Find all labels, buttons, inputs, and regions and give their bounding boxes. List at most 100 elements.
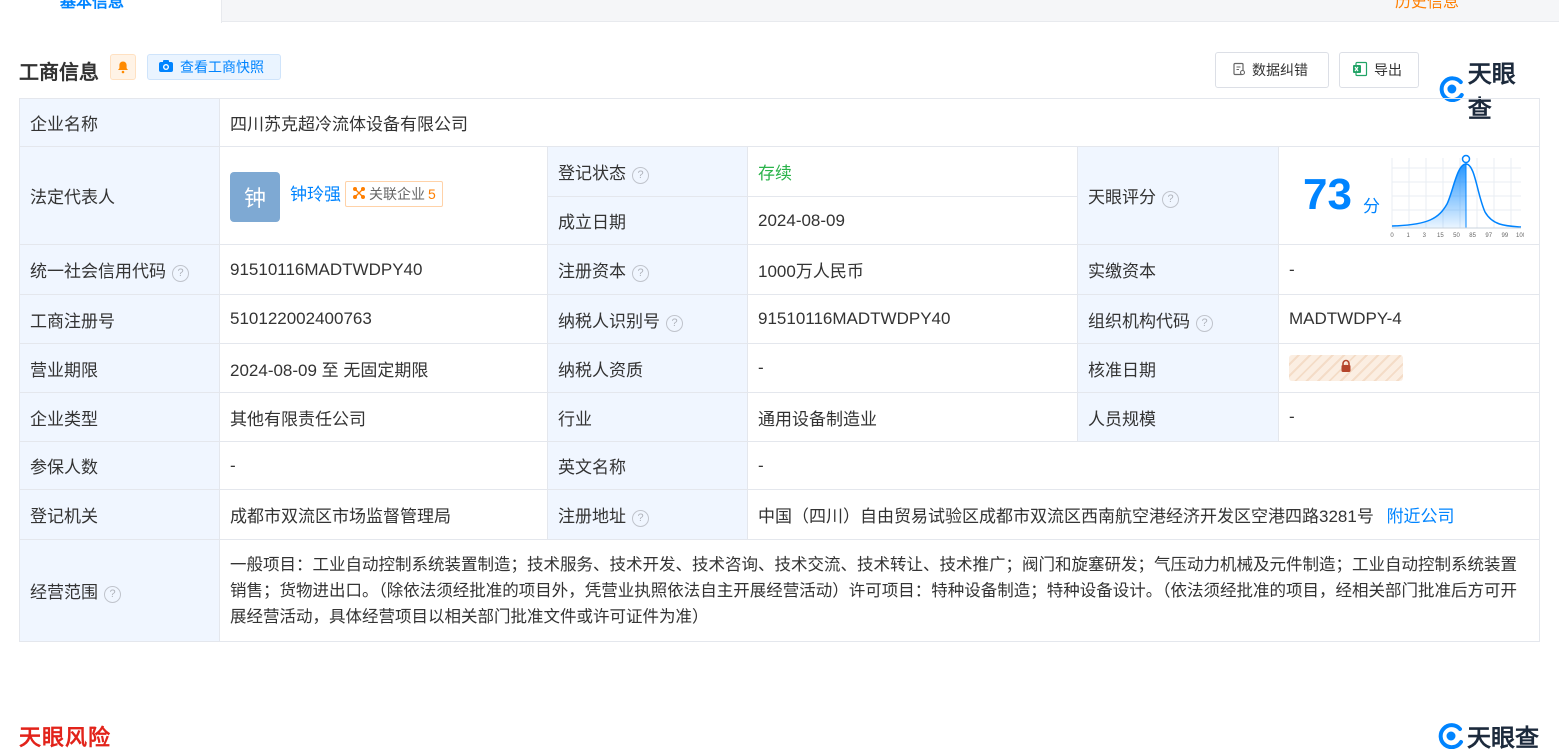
score-axis-tick: 15 <box>1437 233 1444 239</box>
industry-value: 通用设备制造业 <box>747 392 1078 442</box>
found-date-label: 成立日期 <box>547 196 748 245</box>
taxpayer-qual-value: - <box>747 343 1078 393</box>
edit-doc-icon <box>1232 62 1246 79</box>
data-correction-label: 数据纠错 <box>1252 62 1308 78</box>
help-icon[interactable]: ? <box>104 586 121 603</box>
score-axis-tick: 97 <box>1485 233 1492 239</box>
network-icon <box>352 186 366 203</box>
scope-label: 经营范围 <box>30 583 98 602</box>
term-label: 营业期限 <box>19 343 220 393</box>
credit-code-label-cell: 统一社会信用代码? <box>19 244 220 295</box>
reg-address-label-cell: 注册地址? <box>547 489 748 540</box>
export-button[interactable]: 导出 <box>1339 52 1419 88</box>
table-row: 营业期限 2024-08-09 至 无固定期限 纳税人资质 - 核准日期 <box>19 343 1541 393</box>
reg-address-value: 中国（四川）自由贸易试验区成都市双流区西南航空港经济开发区空港四路3281号 <box>758 507 1374 526</box>
score-axis-tick: 99 <box>1502 233 1509 239</box>
top-tab-bar: 基本信息 历史信息 <box>0 0 1559 23</box>
paid-capital-label: 实缴资本 <box>1077 244 1279 295</box>
bell-icon[interactable] <box>110 54 136 80</box>
table-row: 登记机关 成都市双流区市场监督管理局 注册地址? 中国（四川）自由贸易试验区成都… <box>19 489 1541 540</box>
reg-capital-value: 1000万人民币 <box>747 244 1078 295</box>
locked-value-badge[interactable] <box>1289 355 1403 381</box>
reg-status-label: 登记状态 <box>558 164 626 183</box>
insured-value: - <box>219 441 548 490</box>
view-snapshot-button[interactable]: 查看工商快照 <box>147 54 281 80</box>
reg-authority-value: 成都市双流区市场监督管理局 <box>219 489 548 540</box>
tab-history-info-label[interactable]: 历史信息 <box>1395 0 1459 12</box>
company-type-label: 企业类型 <box>19 392 220 442</box>
taxpayer-id-label-cell: 纳税人识别号? <box>547 294 748 344</box>
help-icon[interactable]: ? <box>632 265 649 282</box>
help-icon[interactable]: ? <box>1162 191 1179 208</box>
scope-value: 一般项目：工业自动控制系统装置制造；技术服务、技术开发、技术咨询、技术交流、技术… <box>218 539 1541 642</box>
reg-status-value: 存续 <box>747 146 1078 197</box>
score-cell[interactable]: 73 分 0 1 3 15 50 85 97 99 10 <box>1277 146 1541 245</box>
score-axis-tick: 100 <box>1516 233 1524 239</box>
section-title: 工商信息 <box>19 62 99 84</box>
avatar[interactable]: 钟 <box>230 172 280 222</box>
credit-code-label: 统一社会信用代码 <box>30 262 166 281</box>
help-icon[interactable]: ? <box>632 167 649 184</box>
table-row: 统一社会信用代码? 91510116MADTWDPY40 注册资本? 1000万… <box>19 244 1541 295</box>
insured-label: 参保人数 <box>19 441 220 490</box>
score-axis-tick: 0 <box>1390 233 1394 239</box>
reg-capital-label: 注册资本 <box>558 262 626 281</box>
company-name-label: 企业名称 <box>19 98 220 147</box>
excel-icon <box>1352 61 1368 80</box>
score-axis-tick: 85 <box>1469 233 1476 239</box>
reg-no-label: 工商注册号 <box>19 294 220 344</box>
legal-rep-cell: 钟 钟玲强 关联企业 5 <box>219 146 548 245</box>
org-code-label-cell: 组织机构代码? <box>1077 294 1279 344</box>
reg-address-label: 注册地址 <box>558 507 626 526</box>
help-icon[interactable]: ? <box>172 265 189 282</box>
nearby-companies-link[interactable]: 附近公司 <box>1387 507 1455 526</box>
paid-capital-value: - <box>1277 244 1541 295</box>
table-row: 法定代表人 钟 钟玲强 关联企业 5 登记状态? 存续 天眼评分? 73 分 0… <box>19 146 1541 245</box>
table-row: 经营范围? 一般项目：工业自动控制系统装置制造；技术服务、技术开发、技术咨询、技… <box>19 539 1541 642</box>
org-code-value: MADTWDPY-4 <box>1277 294 1541 344</box>
table-row: 企业类型 其他有限责任公司 行业 通用设备制造业 人员规模 - <box>19 392 1541 442</box>
table-row: 企业名称 四川苏克超冷流体设备有限公司 <box>19 98 1541 147</box>
company-type-value: 其他有限责任公司 <box>219 392 548 442</box>
help-icon[interactable]: ? <box>632 510 649 527</box>
reg-capital-label-cell: 注册资本? <box>547 244 748 295</box>
english-name-value: - <box>746 441 1541 490</box>
industry-label: 行业 <box>547 392 748 442</box>
table-row: 参保人数 - 英文名称 - <box>19 441 1541 490</box>
reg-address-cell: 中国（四川）自由贸易试验区成都市双流区西南航空港经济开发区空港四路3281号 附… <box>746 489 1541 540</box>
score-axis-tick: 50 <box>1453 233 1460 239</box>
score-label: 天眼评分 <box>1088 188 1156 207</box>
score-unit: 分 <box>1363 196 1380 216</box>
view-snapshot-label: 查看工商快照 <box>180 59 264 75</box>
business-info-table: 企业名称 四川苏克超冷流体设备有限公司 法定代表人 钟 钟玲强 关联企业 5 登… <box>19 98 1541 642</box>
lock-icon <box>1339 358 1353 378</box>
score-label-cell: 天眼评分? <box>1077 146 1279 245</box>
taxpayer-qual-label: 纳税人资质 <box>547 343 748 393</box>
legal-rep-name-link[interactable]: 钟玲强 <box>290 180 341 205</box>
related-companies-tag[interactable]: 关联企业 5 <box>345 181 443 207</box>
help-icon[interactable]: ? <box>1196 314 1213 332</box>
taxpayer-id-value: 91510116MADTWDPY40 <box>747 294 1078 344</box>
staff-size-value: - <box>1277 392 1541 442</box>
data-correction-button[interactable]: 数据纠错 <box>1215 52 1329 88</box>
legal-rep-label: 法定代表人 <box>19 146 220 245</box>
logo-text: 天眼查 <box>1467 725 1539 749</box>
tab-basic-info-label[interactable]: 基本信息 <box>60 0 124 12</box>
company-name-value: 四川苏克超冷流体设备有限公司 <box>218 98 1541 147</box>
risk-section-title: 天眼风险 <box>19 725 112 749</box>
related-companies-count: 5 <box>428 186 436 202</box>
reg-authority-label: 登记机关 <box>19 489 220 540</box>
found-date-value: 2024-08-09 <box>747 196 1078 245</box>
staff-size-label: 人员规模 <box>1077 392 1279 442</box>
section-header: 工商信息 查看工商快照 数据纠错 导出 天眼查 <box>19 52 1539 123</box>
approve-date-cell <box>1277 343 1541 393</box>
reg-status-label-cell: 登记状态? <box>547 146 748 197</box>
taxpayer-id-label: 纳税人识别号 <box>558 311 660 331</box>
help-icon[interactable]: ? <box>666 314 683 332</box>
tianyancha-logo-bottom: 天眼查 <box>1438 718 1539 749</box>
export-label: 导出 <box>1374 62 1402 78</box>
table-row: 工商注册号 510122002400763 纳税人识别号? 91510116MA… <box>19 294 1541 344</box>
scope-label-cell: 经营范围? <box>19 539 220 642</box>
camera-icon <box>158 59 174 76</box>
score-distribution-chart: 0 1 3 15 50 85 97 99 100 <box>1390 154 1524 239</box>
